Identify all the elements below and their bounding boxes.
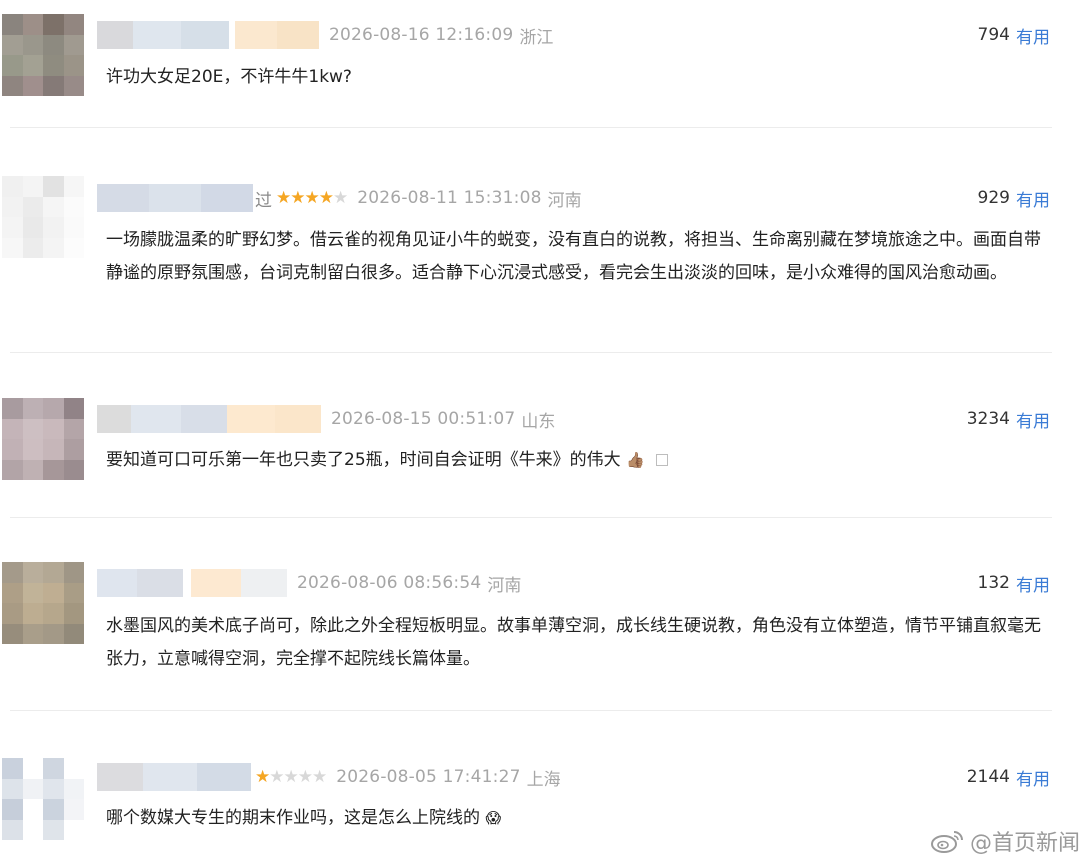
watermark: @首页新闻 [930,824,1080,858]
review-time: 2026-08-16 12:16:09 [329,25,514,45]
useful-button[interactable]: 有用 [1016,765,1050,790]
review-text-body: 哪个数媒大专生的期末作业吗，这是怎么上院线的 [106,808,480,828]
username[interactable] [97,21,133,49]
star-rating: ★ ★ ★ ★ ★ [276,188,348,208]
review-time: 2026-08-05 17:41:27 [336,767,521,787]
useful-vote[interactable]: 794 有用 [978,20,1050,50]
star-empty-icon: ★ [333,188,348,208]
username-suffix: 过 [255,190,272,211]
star-filled-icon: ★ [304,188,320,208]
divider [10,127,1052,128]
username[interactable] [97,569,137,597]
review-time: 2026-08-11 15:31:08 [357,188,542,208]
useful-count: 929 [977,188,1010,208]
review-text: 一场朦胧温柔的旷野幻梦。借云雀的视角见证小牛的蜕变，没有直白的说教，将担当、生命… [106,230,1041,283]
avatar[interactable] [2,398,84,480]
shocked-face-icon: 😱 [485,809,502,827]
star-empty-icon: ★ [297,767,313,787]
star-empty-icon: ★ [312,767,327,787]
avatar[interactable] [2,176,84,258]
username[interactable] [97,405,131,433]
useful-vote[interactable]: 929 有用 [978,183,1050,213]
review-text: 哪个数媒大专生的期末作业吗，这是怎么上院线的 😱 [106,802,1056,835]
review-location: 上海 [526,769,561,790]
username[interactable] [97,763,143,791]
star-rating: ★ ★ ★ ★ ★ [255,767,327,787]
divider [10,352,1052,353]
avatar[interactable] [2,14,84,96]
review-meta: ★ ★ ★ ★ ★ 2026-08-05 17:41:27 上海 [97,762,561,792]
review-location: 浙江 [519,27,554,48]
star-filled-icon: ★ [318,188,334,208]
star-empty-icon: ★ [283,767,299,787]
review-time: 2026-08-15 00:51:07 [331,409,516,429]
review-text: 要知道可口可乐第一年也只卖了25瓶，时间自会证明《牛来》的伟大 👍🏽 [106,444,1056,477]
username[interactable] [97,184,149,212]
star-empty-icon: ★ [269,767,284,787]
review-text: 许功大女足20E，不许牛牛1kw? [106,67,352,87]
weibo-logo-icon [930,831,963,853]
divider [10,517,1052,518]
useful-button[interactable]: 有用 [1016,571,1050,596]
useful-vote[interactable]: 2144 有用 [967,762,1050,792]
review-meta: 2026-08-06 08:56:54 河南 [97,568,521,598]
review-location: 河南 [547,190,582,211]
avatar[interactable] [2,758,84,840]
star-filled-icon: ★ [290,188,305,208]
review-text-body: 要知道可口可乐第一年也只卖了25瓶，时间自会证明《牛来》的伟大 [106,450,621,470]
watermark-text: @首页新闻 [969,831,1080,856]
avatar[interactable] [2,562,84,644]
review-meta: 过 ★ ★ ★ ★ ★ 2026-08-11 15:31:08 河南 [97,183,582,213]
review-location: 山东 [521,411,556,432]
review-meta: 2026-08-16 12:16:09 浙江 [97,20,553,50]
useful-count: 794 [977,25,1010,45]
useful-count: 132 [977,573,1010,593]
review-location: 河南 [487,575,522,596]
review-time: 2026-08-06 08:56:54 [297,573,482,593]
divider [10,710,1052,711]
useful-vote[interactable]: 132 有用 [978,568,1050,598]
useful-count: 3234 [966,409,1010,429]
useful-count: 2144 [966,767,1010,787]
star-filled-icon: ★ [276,188,291,208]
useful-button[interactable]: 有用 [1016,407,1050,432]
useful-button[interactable]: 有用 [1016,23,1050,48]
review-meta: 2026-08-15 00:51:07 山东 [97,404,555,434]
useful-button[interactable]: 有用 [1016,186,1050,211]
useful-vote[interactable]: 3234 有用 [967,404,1050,434]
image-icon [656,454,669,466]
star-filled-icon: ★ [255,767,270,787]
review-text: 水墨国风的美术底子尚可，除此之外全程短板明显。故事单薄空洞，成长线生硬说教，角色… [106,616,1041,669]
thumbs-up-icon: 👍🏽 [626,451,645,469]
